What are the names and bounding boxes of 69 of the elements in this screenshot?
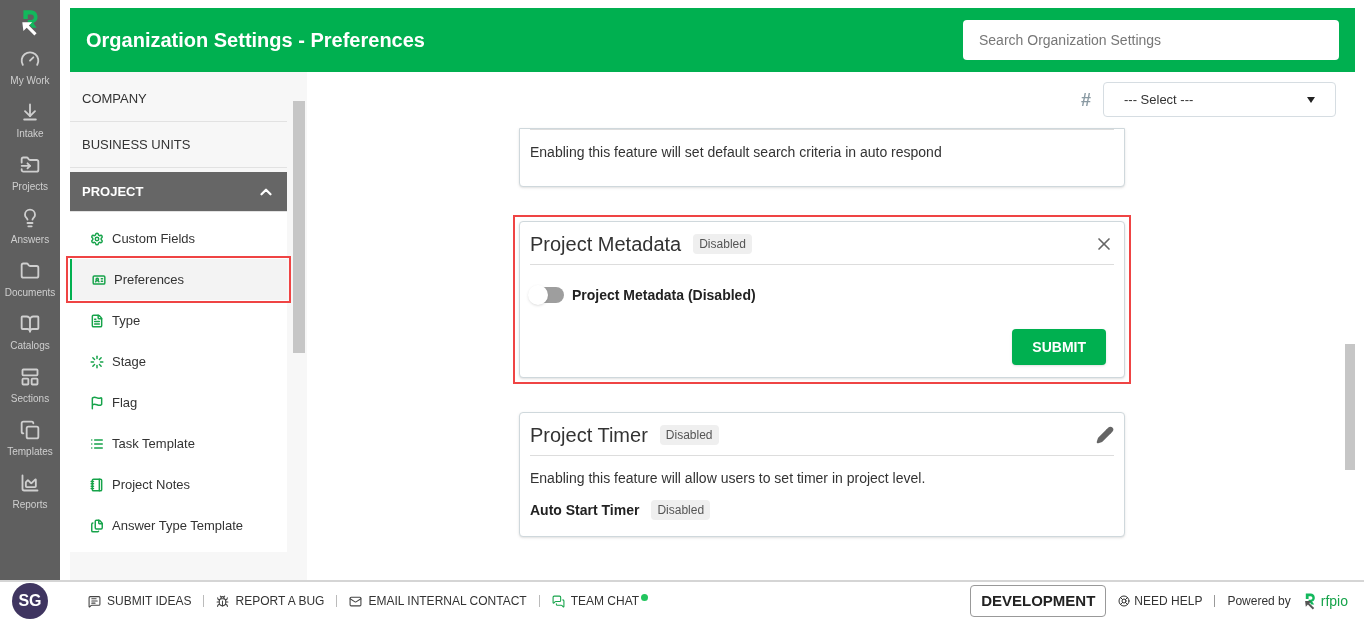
rail-item[interactable]: Projects [0,154,60,194]
powered-by-text: Powered by [1227,593,1291,610]
card-title: Project Timer [530,423,648,448]
gauge-icon [20,48,40,69]
nav-section[interactable]: BUSINESS UNITS [70,122,287,168]
copy-icon [20,419,40,440]
caret-icon [1307,96,1315,103]
bug-icon [216,594,230,608]
comment-icon [88,594,101,608]
files-icon [90,518,104,533]
select-dropdown[interactable]: --- Select --- [1103,82,1336,117]
download-icon [20,101,40,122]
rail-item[interactable]: My Work [0,48,60,88]
toggle-switch[interactable] [530,287,564,303]
user-avatar[interactable]: SG [12,583,48,619]
nav-section[interactable]: PROJECT [70,172,287,212]
rail-item[interactable]: Templates [0,419,60,459]
nav-item[interactable]: Flag [70,382,287,423]
nav-item[interactable]: Answer Type Template [70,505,287,546]
scrollbar-thumb[interactable] [293,101,305,353]
search-field[interactable]: Search Organization Settings [963,20,1339,60]
chat-icon [551,594,565,608]
scrollbar-thumb[interactable] [1345,344,1355,470]
status-badge: Disabled [651,500,711,520]
gear-icon [90,231,104,246]
setting-label: Auto Start Timer [530,501,640,520]
footer-link[interactable]: REPORT A BUG [216,592,325,610]
list-icon [90,436,104,451]
file-icon [90,313,104,328]
rail-item[interactable]: Intake [0,101,60,141]
card-description: Enabling this feature will allow users to set timer in project level. [530,469,927,488]
page-title: Organization Settings - Preferences [86,28,425,53]
chart-icon [20,472,40,493]
folder-icon [20,260,40,281]
nav-item[interactable]: Project Notes [70,464,287,505]
brand-name: rfpio [1320,592,1348,611]
footer-link[interactable]: SUBMIT IDEAS [88,592,192,610]
footer-link[interactable]: EMAIL INTERNAL CONTACT [349,592,527,610]
rail-item[interactable]: Documents [0,260,60,300]
folder-icon [20,154,40,175]
toggle-label: Project Metadata (Disabled) [572,286,756,305]
nav-item[interactable]: Custom Fields [70,218,287,259]
notebook-icon [90,477,104,492]
status-badge: Disabled [693,234,752,254]
status-badge: Disabled [659,425,719,445]
footer-link[interactable]: TEAM CHAT [551,592,640,610]
hash-symbol: # [1081,88,1091,112]
lifebuoy-icon [1118,595,1131,607]
mail-icon [349,594,363,608]
card-description: Enabling this feature will set default search criteria in auto respond [530,143,943,162]
nav-section[interactable]: COMPANY [70,76,287,122]
rail-item[interactable]: Answers [0,207,60,247]
brand-logo [1302,591,1317,611]
rail-item[interactable]: Sections [0,366,60,406]
rail-item[interactable]: Reports [0,472,60,512]
nav-item[interactable]: Type [70,300,287,341]
card-title: Project Metadata [530,232,682,257]
nav-item[interactable]: Task Template [70,423,287,464]
rail-item[interactable]: Catalogs [0,313,60,353]
nav-item[interactable]: Stage [70,341,287,382]
card-icon [92,272,106,287]
book-icon [20,313,40,334]
layout-icon [20,366,40,387]
flag-icon [90,395,104,410]
nav-item[interactable]: Preferences [70,259,287,300]
dots-icon [90,354,104,369]
help-link[interactable]: NEED HELP [1118,592,1203,610]
edit-button[interactable] [1096,426,1114,444]
environment-label: DEVELOPMENT [970,584,1107,618]
